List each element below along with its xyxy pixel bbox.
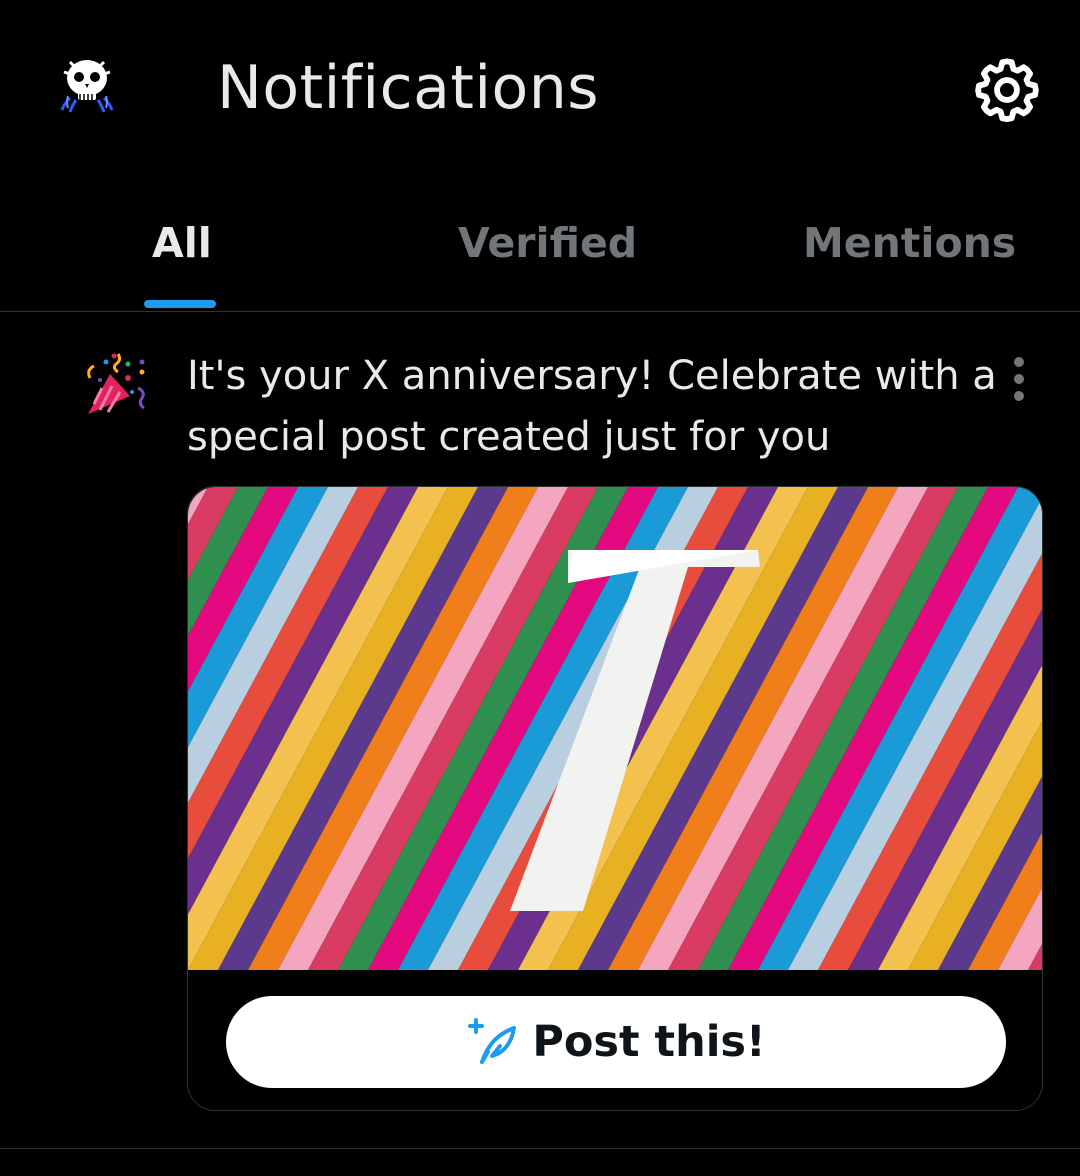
tab-bar: All Verified Mentions — [0, 175, 1080, 312]
more-vertical-icon — [1014, 357, 1024, 401]
more-options-button[interactable] — [1004, 352, 1034, 406]
page-title: Notifications — [217, 53, 600, 123]
gear-icon — [975, 58, 1039, 123]
anniversary-image[interactable] — [188, 487, 1042, 970]
top-bar: Notifications — [0, 0, 1080, 175]
sparkle-feather-icon — [468, 1018, 517, 1064]
post-this-label: Post this! — [532, 1017, 766, 1067]
active-tab-indicator — [144, 300, 216, 308]
post-this-button[interactable]: Post this! — [226, 996, 1006, 1088]
party-popper-icon — [84, 348, 158, 422]
notification-item[interactable]: It's your X anniversary! Celebrate with … — [0, 312, 1080, 1149]
anniversary-card[interactable]: Post this! — [187, 486, 1043, 1111]
notification-text: It's your X anniversary! Celebrate with … — [187, 353, 997, 460]
profile-avatar[interactable] — [56, 52, 118, 114]
tab-all[interactable]: All — [152, 215, 212, 271]
settings-button[interactable] — [972, 55, 1042, 125]
tab-verified[interactable]: Verified — [458, 215, 637, 271]
skull-avatar-icon — [60, 60, 114, 113]
tab-mentions[interactable]: Mentions — [803, 215, 1016, 271]
